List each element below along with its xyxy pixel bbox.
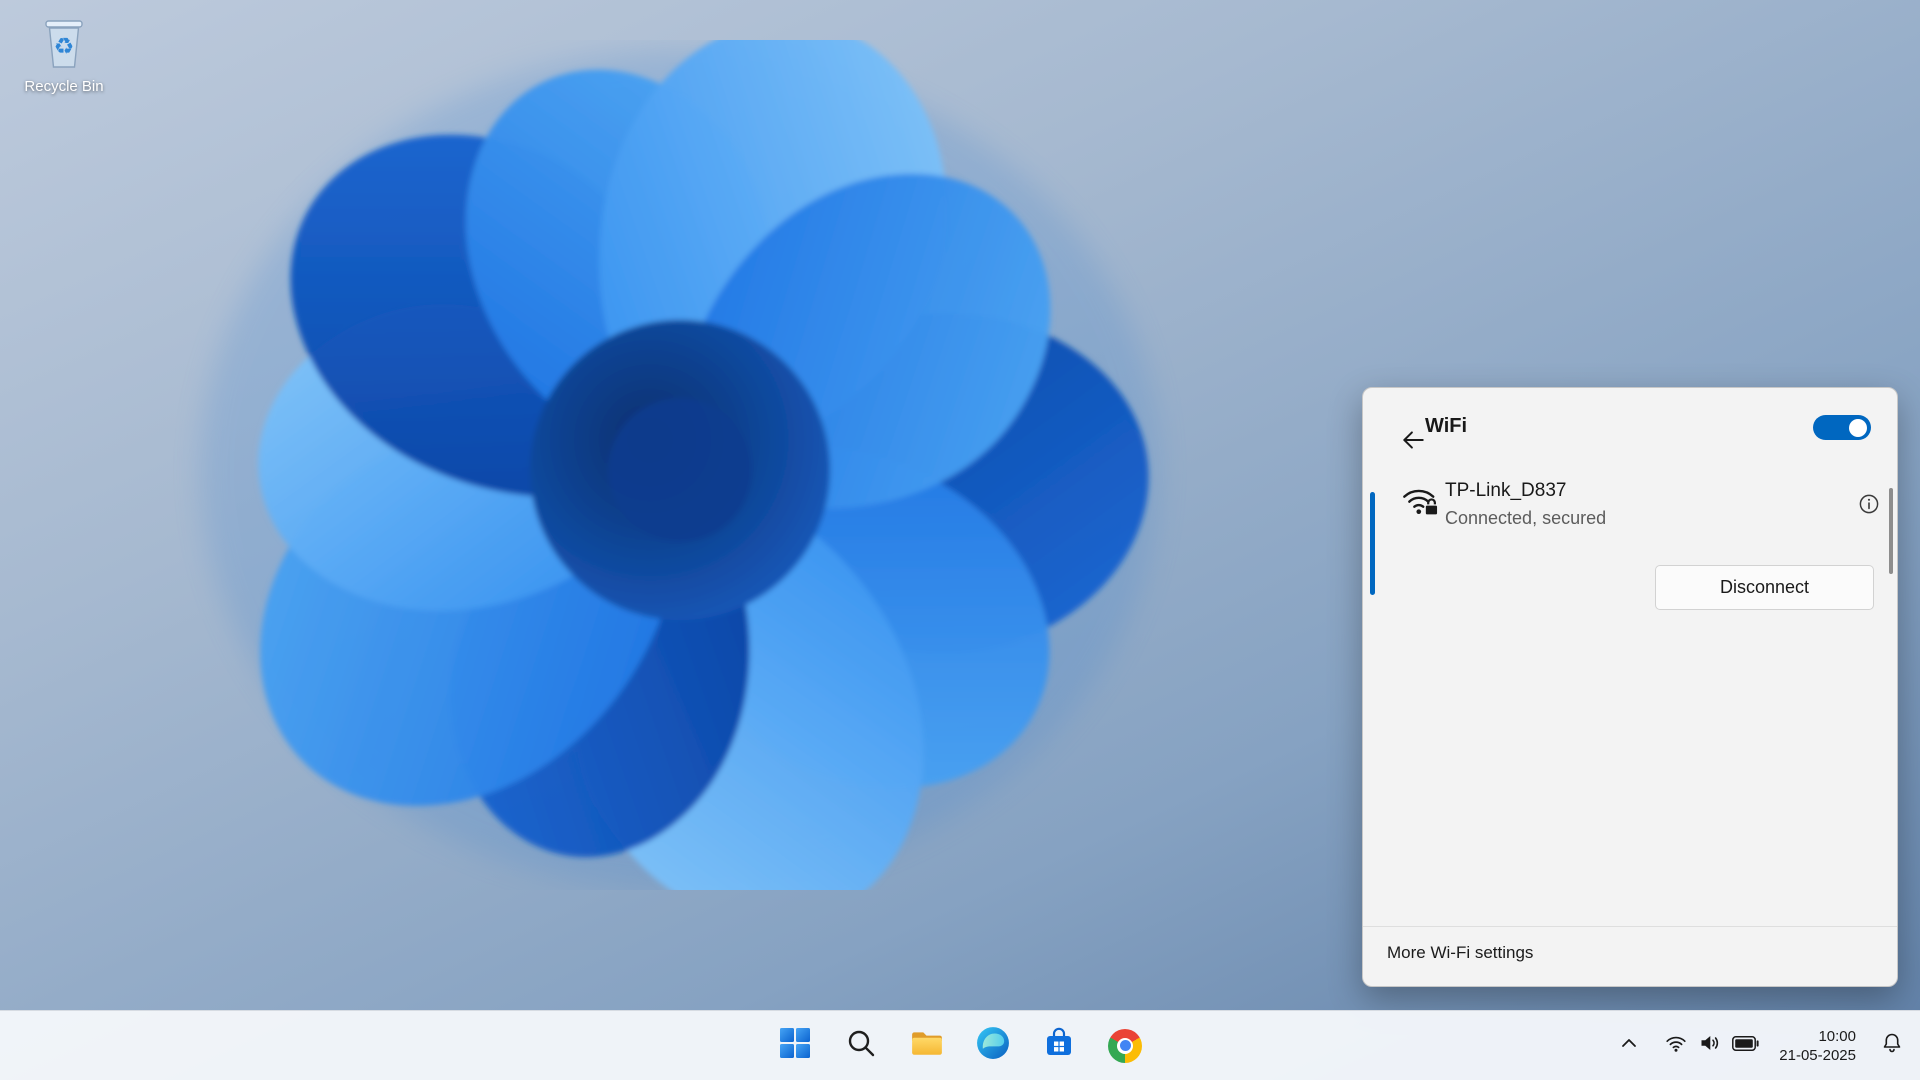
search-icon bbox=[845, 1027, 877, 1064]
search-button[interactable] bbox=[841, 1026, 881, 1066]
wifi-flyout-panel: WiFi TP-Link_D837 Connected, secured Dis… bbox=[1362, 387, 1898, 987]
wifi-toggle[interactable] bbox=[1813, 415, 1871, 440]
back-button[interactable] bbox=[1383, 410, 1424, 449]
recycle-bin[interactable]: ♻ Recycle Bin bbox=[14, 12, 114, 95]
microsoft-store-button[interactable] bbox=[1039, 1026, 1079, 1066]
clock-time: 10:00 bbox=[1818, 1027, 1856, 1045]
battery-icon bbox=[1732, 1035, 1759, 1056]
file-explorer-button[interactable] bbox=[907, 1026, 947, 1066]
panel-title: WiFi bbox=[1425, 415, 1468, 437]
toggle-knob bbox=[1849, 418, 1867, 437]
quick-settings-button[interactable] bbox=[1664, 1031, 1759, 1060]
clock-date: 21-05-2025 bbox=[1779, 1046, 1856, 1064]
tray-overflow-button[interactable] bbox=[1614, 1028, 1644, 1063]
wallpaper-bloom bbox=[160, 19, 1230, 925]
edge-button[interactable] bbox=[973, 1026, 1013, 1066]
recycle-bin-label: Recycle Bin bbox=[24, 78, 104, 95]
start-button[interactable] bbox=[775, 1026, 815, 1066]
microsoft-store-icon bbox=[1043, 1027, 1075, 1064]
taskbar: 10:00 21-05-2025 bbox=[0, 1010, 1920, 1080]
edge-icon bbox=[976, 1026, 1010, 1065]
network-status: Connected, secured bbox=[1445, 508, 1607, 528]
panel-scrollbar[interactable] bbox=[1889, 488, 1893, 574]
system-tray: 10:00 21-05-2025 bbox=[1614, 1011, 1908, 1080]
notification-center-button[interactable] bbox=[1876, 1027, 1908, 1064]
notification-bell-icon bbox=[1880, 1031, 1904, 1060]
windows-start-icon bbox=[779, 1027, 811, 1064]
disconnect-button[interactable]: Disconnect bbox=[1655, 565, 1874, 610]
disconnect-button-label: Disconnect bbox=[1719, 577, 1810, 597]
file-explorer-icon bbox=[910, 1026, 944, 1065]
wifi-secured-icon bbox=[1401, 482, 1441, 518]
chrome-icon bbox=[1108, 1028, 1142, 1063]
svg-text:♻: ♻ bbox=[54, 34, 75, 60]
taskbar-center-icons bbox=[775, 1026, 1145, 1066]
chevron-up-icon bbox=[1618, 1032, 1640, 1059]
network-info-button[interactable] bbox=[1843, 478, 1879, 514]
volume-icon bbox=[1698, 1031, 1722, 1060]
panel-divider bbox=[1363, 926, 1897, 927]
recycle-bin-icon: ♻ bbox=[40, 12, 88, 75]
chrome-button[interactable] bbox=[1105, 1026, 1145, 1066]
taskbar-clock[interactable]: 10:00 21-05-2025 bbox=[1779, 1027, 1856, 1065]
wifi-icon bbox=[1664, 1031, 1688, 1060]
network-name[interactable]: TP-Link_D837 bbox=[1445, 480, 1566, 502]
more-wifi-settings-link[interactable]: More Wi-Fi settings bbox=[1387, 943, 1533, 963]
selected-item-accent bbox=[1370, 492, 1375, 595]
